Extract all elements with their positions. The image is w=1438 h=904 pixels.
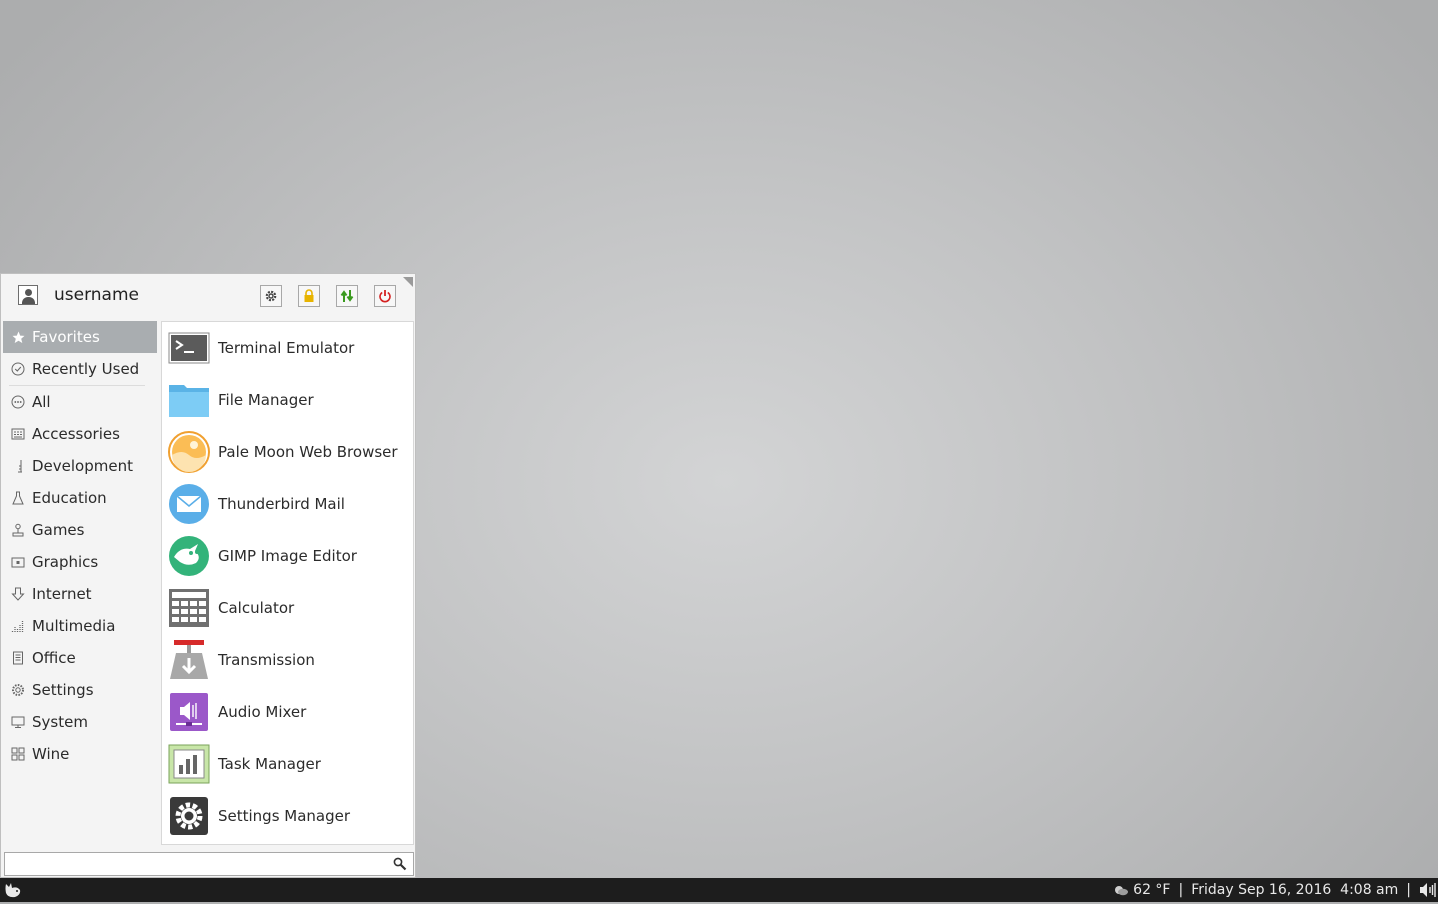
- category-label: Settings: [32, 681, 94, 699]
- app-calculator[interactable]: Calculator: [162, 582, 413, 634]
- app-pale-moon-web-browser[interactable]: Pale Moon Web Browser: [162, 426, 413, 478]
- category-label: Favorites: [32, 328, 100, 346]
- app-label: File Manager: [218, 391, 314, 409]
- app-label: Settings Manager: [218, 807, 351, 825]
- app-label: Audio Mixer: [218, 703, 307, 721]
- category-multimedia[interactable]: Multimedia: [3, 610, 157, 642]
- gear-icon: [11, 683, 25, 697]
- category-wine[interactable]: Wine: [3, 738, 157, 770]
- system-tray: 62 °F | Friday Sep 16, 2016 4:08 am |: [1113, 878, 1438, 902]
- grid-icon: [11, 747, 25, 761]
- gear-icon: [265, 290, 277, 302]
- accessories-icon: [11, 427, 25, 441]
- clock[interactable]: Friday Sep 16, 2016 4:08 am: [1191, 882, 1398, 898]
- terminal-icon: [168, 327, 210, 369]
- graphics-icon: [11, 555, 25, 569]
- app-terminal-emulator[interactable]: Terminal Emulator: [162, 322, 413, 374]
- category-recently-used[interactable]: Recently Used: [3, 353, 157, 385]
- category-settings[interactable]: Settings: [3, 674, 157, 706]
- category-label: Games: [32, 521, 85, 539]
- category-education[interactable]: Education: [3, 482, 157, 514]
- app-label: GIMP Image Editor: [218, 547, 357, 565]
- category-system[interactable]: System: [3, 706, 157, 738]
- clock-icon: [11, 362, 25, 376]
- panel-separator: |: [1406, 882, 1411, 898]
- weather-temperature[interactable]: 62 °F: [1133, 882, 1170, 898]
- whisker-menu-button[interactable]: [3, 880, 23, 900]
- search-field[interactable]: [4, 852, 414, 876]
- menu-header: username: [1, 274, 415, 320]
- app-task-manager[interactable]: Task Manager: [162, 738, 413, 790]
- lock-icon: [304, 289, 314, 302]
- category-label: Education: [32, 489, 107, 507]
- category-label: Graphics: [32, 553, 99, 571]
- app-transmission[interactable]: Transmission: [162, 634, 413, 686]
- weather-icon[interactable]: [1113, 884, 1129, 896]
- avatar-icon: [18, 285, 38, 305]
- switch-user-button[interactable]: [336, 285, 358, 307]
- panel-separator: |: [1178, 882, 1184, 898]
- xfce-mouse-icon: [5, 883, 21, 898]
- category-label: Multimedia: [32, 617, 116, 635]
- app-settings-manager[interactable]: Settings Manager: [162, 790, 413, 842]
- document-icon: [11, 651, 25, 665]
- category-internet[interactable]: Internet: [3, 578, 157, 610]
- category-label: Office: [32, 649, 76, 667]
- log-out-button[interactable]: [374, 285, 396, 307]
- star-icon: [11, 330, 25, 344]
- category-label: Wine: [32, 745, 70, 763]
- taskbar-panel: 62 °F | Friday Sep 16, 2016 4:08 am |: [0, 878, 1438, 902]
- category-development[interactable]: Development: [3, 450, 157, 482]
- category-label: All: [32, 393, 51, 411]
- switch-user-icon: [340, 290, 354, 302]
- monitor-icon: [11, 715, 25, 729]
- settings-manager-icon: [168, 795, 210, 837]
- category-label: Accessories: [32, 425, 120, 443]
- app-thunderbird-mail[interactable]: Thunderbird Mail: [162, 478, 413, 530]
- app-label: Transmission: [218, 651, 315, 669]
- internet-icon: [11, 587, 25, 601]
- app-label: Calculator: [218, 599, 295, 617]
- category-label: Recently Used: [32, 360, 140, 378]
- category-all[interactable]: All: [3, 386, 157, 418]
- app-label: Pale Moon Web Browser: [218, 443, 398, 461]
- audio-mixer-icon: [168, 691, 210, 733]
- joystick-icon: [11, 523, 25, 537]
- username-label: username: [54, 285, 139, 305]
- transmission-icon: [168, 639, 210, 681]
- all-icon: [11, 395, 25, 409]
- app-gimp-image-editor[interactable]: GIMP Image Editor: [162, 530, 413, 582]
- search-icon: [393, 857, 407, 875]
- flask-icon: [11, 491, 25, 505]
- task-manager-icon: [168, 743, 210, 785]
- mail-icon: [168, 483, 210, 525]
- app-file-manager[interactable]: File Manager: [162, 374, 413, 426]
- category-label: Development: [32, 457, 133, 475]
- app-label: Terminal Emulator: [218, 339, 355, 357]
- calculator-icon: [168, 587, 210, 629]
- pale-moon-icon: [168, 431, 210, 473]
- development-icon: [11, 459, 25, 473]
- lock-screen-button[interactable]: [298, 285, 320, 307]
- category-accessories[interactable]: Accessories: [3, 418, 157, 450]
- power-icon: [379, 290, 391, 303]
- category-games[interactable]: Games: [3, 514, 157, 546]
- category-office[interactable]: Office: [3, 642, 157, 674]
- category-graphics[interactable]: Graphics: [3, 546, 157, 578]
- category-list: Favorites Recently Used All Accessories …: [3, 321, 157, 770]
- category-label: Internet: [32, 585, 92, 603]
- volume-icon[interactable]: [1419, 882, 1437, 898]
- settings-button[interactable]: [260, 285, 282, 307]
- category-favorites[interactable]: Favorites: [3, 321, 157, 353]
- app-audio-mixer[interactable]: Audio Mixer: [162, 686, 413, 738]
- app-label: Task Manager: [218, 755, 321, 773]
- app-label: Thunderbird Mail: [218, 495, 345, 513]
- category-label: System: [32, 713, 88, 731]
- application-list: Terminal Emulator File Manager Pale Moon…: [161, 321, 414, 845]
- multimedia-icon: [11, 619, 25, 633]
- search-input[interactable]: [9, 855, 379, 873]
- gimp-icon: [168, 535, 210, 577]
- folder-icon: [168, 379, 210, 421]
- whisker-menu: username Favorites Recently Used All Acc…: [0, 273, 416, 878]
